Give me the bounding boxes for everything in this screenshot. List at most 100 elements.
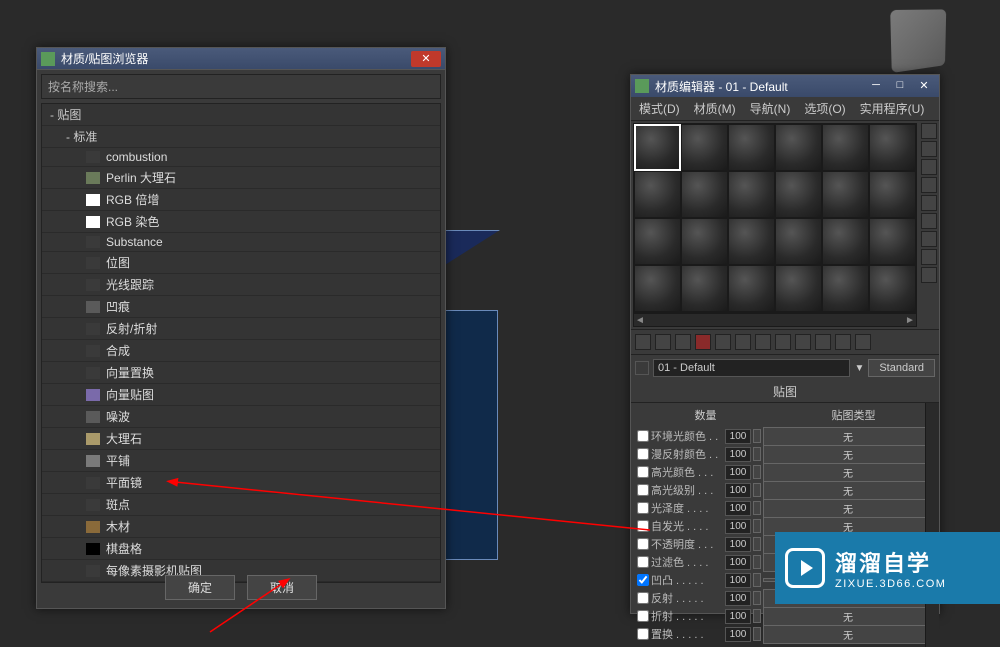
map-item[interactable]: 合成 xyxy=(42,340,440,362)
material-type-button[interactable]: Standard xyxy=(868,359,935,377)
sample-slot[interactable] xyxy=(869,218,916,265)
material-name-input[interactable] xyxy=(653,359,850,377)
select-by-mat-icon[interactable] xyxy=(921,249,937,265)
put-to-lib-icon[interactable] xyxy=(755,334,771,350)
sample-slot[interactable] xyxy=(681,265,728,312)
close-icon[interactable]: ✕ xyxy=(411,51,441,67)
map-amount-input[interactable] xyxy=(725,447,751,462)
sample-scrollbar[interactable]: ◄ ► xyxy=(633,313,917,327)
close-icon[interactable]: ✕ xyxy=(913,79,935,93)
sample-slot[interactable] xyxy=(728,124,775,171)
sample-slot[interactable] xyxy=(634,124,681,171)
reset-icon[interactable] xyxy=(695,334,711,350)
make-unique-icon[interactable] xyxy=(735,334,751,350)
map-enable-checkbox[interactable] xyxy=(637,520,649,532)
map-item[interactable]: 木材 xyxy=(42,516,440,538)
map-enable-checkbox[interactable] xyxy=(637,574,649,586)
sample-slot[interactable] xyxy=(822,218,869,265)
map-amount-input[interactable] xyxy=(725,609,751,624)
dropdown-icon[interactable]: ▼ xyxy=(854,363,864,374)
options-icon[interactable] xyxy=(921,231,937,247)
map-slot-button[interactable]: 无 xyxy=(763,625,933,644)
menu-item[interactable]: 实用程序(U) xyxy=(860,100,925,117)
sample-slot[interactable] xyxy=(728,265,775,312)
scroll-right-icon[interactable]: ► xyxy=(904,315,916,326)
background-icon[interactable] xyxy=(921,159,937,175)
map-amount-input[interactable] xyxy=(725,573,751,588)
map-amount-input[interactable] xyxy=(725,501,751,516)
spinner-icon[interactable] xyxy=(753,627,761,641)
map-item[interactable]: 噪波 xyxy=(42,406,440,428)
viewcube[interactable] xyxy=(890,9,946,73)
map-enable-checkbox[interactable] xyxy=(637,556,649,568)
spinner-icon[interactable] xyxy=(753,555,761,569)
sample-slot[interactable] xyxy=(822,265,869,312)
map-item[interactable]: 大理石 xyxy=(42,428,440,450)
sample-slot[interactable] xyxy=(869,171,916,218)
sample-slot[interactable] xyxy=(775,171,822,218)
map-enable-checkbox[interactable] xyxy=(637,448,649,460)
map-item[interactable]: 凹痕 xyxy=(42,296,440,318)
map-enable-checkbox[interactable] xyxy=(637,610,649,622)
sample-slot[interactable] xyxy=(775,265,822,312)
get-material-icon[interactable] xyxy=(635,334,651,350)
map-slot-button[interactable]: 无 xyxy=(763,499,933,518)
sample-slot[interactable] xyxy=(681,171,728,218)
map-amount-input[interactable] xyxy=(725,537,751,552)
put-to-scene-icon[interactable] xyxy=(655,334,671,350)
map-item[interactable]: 平面镜 xyxy=(42,472,440,494)
map-slot-button[interactable]: 无 xyxy=(763,607,933,626)
map-item[interactable]: 斑点 xyxy=(42,494,440,516)
map-slot-button[interactable]: 无 xyxy=(763,463,933,482)
map-enable-checkbox[interactable] xyxy=(637,466,649,478)
sample-slot[interactable] xyxy=(634,218,681,265)
matid-icon[interactable] xyxy=(775,334,791,350)
show-end-icon[interactable] xyxy=(815,334,831,350)
maximize-icon[interactable]: □ xyxy=(889,79,911,93)
backlight-icon[interactable] xyxy=(921,141,937,157)
cancel-button[interactable]: 取消 xyxy=(247,575,317,600)
sample-slot[interactable] xyxy=(681,218,728,265)
pick-material-icon[interactable] xyxy=(635,361,649,375)
layout-icon[interactable] xyxy=(921,267,937,283)
tree-group-standard[interactable]: - 标准 xyxy=(42,126,440,148)
map-enable-checkbox[interactable] xyxy=(637,538,649,550)
spinner-icon[interactable] xyxy=(753,573,761,587)
spinner-icon[interactable] xyxy=(753,501,761,515)
spinner-icon[interactable] xyxy=(753,483,761,497)
spinner-icon[interactable] xyxy=(753,609,761,623)
map-item[interactable]: combustion xyxy=(42,148,440,167)
menu-item[interactable]: 材质(M) xyxy=(694,100,736,117)
sample-type-icon[interactable] xyxy=(921,123,937,139)
map-item[interactable]: Perlin 大理石 xyxy=(42,167,440,189)
map-slot-button[interactable]: 无 xyxy=(763,481,933,500)
make-preview-icon[interactable] xyxy=(921,213,937,229)
sample-slot[interactable] xyxy=(822,171,869,218)
map-enable-checkbox[interactable] xyxy=(637,502,649,514)
map-slot-button[interactable]: 无 xyxy=(763,445,933,464)
map-item[interactable]: 棋盘格 xyxy=(42,538,440,560)
editor-titlebar[interactable]: 材质编辑器 - 01 - Default ─ □ ✕ xyxy=(631,75,939,97)
ok-button[interactable]: 确定 xyxy=(165,575,235,600)
sample-slot[interactable] xyxy=(681,124,728,171)
scroll-left-icon[interactable]: ◄ xyxy=(634,315,646,326)
map-item[interactable]: 向量贴图 xyxy=(42,384,440,406)
menu-item[interactable]: 导航(N) xyxy=(750,100,791,117)
sample-slot[interactable] xyxy=(728,171,775,218)
map-item[interactable]: 反射/折射 xyxy=(42,318,440,340)
map-amount-input[interactable] xyxy=(725,555,751,570)
menu-item[interactable]: 选项(O) xyxy=(804,100,845,117)
assign-icon[interactable] xyxy=(675,334,691,350)
video-check-icon[interactable] xyxy=(921,195,937,211)
panel-scrollbar[interactable] xyxy=(925,403,939,647)
map-item[interactable]: 平铺 xyxy=(42,450,440,472)
spinner-icon[interactable] xyxy=(753,591,761,605)
spinner-icon[interactable] xyxy=(753,519,761,533)
search-input[interactable]: 按名称搜索... xyxy=(41,74,441,99)
sample-slot[interactable] xyxy=(775,218,822,265)
map-item[interactable]: 向量置换 xyxy=(42,362,440,384)
spinner-icon[interactable] xyxy=(753,537,761,551)
sample-slot[interactable] xyxy=(634,265,681,312)
map-item[interactable]: Substance xyxy=(42,233,440,252)
map-amount-input[interactable] xyxy=(725,429,751,444)
